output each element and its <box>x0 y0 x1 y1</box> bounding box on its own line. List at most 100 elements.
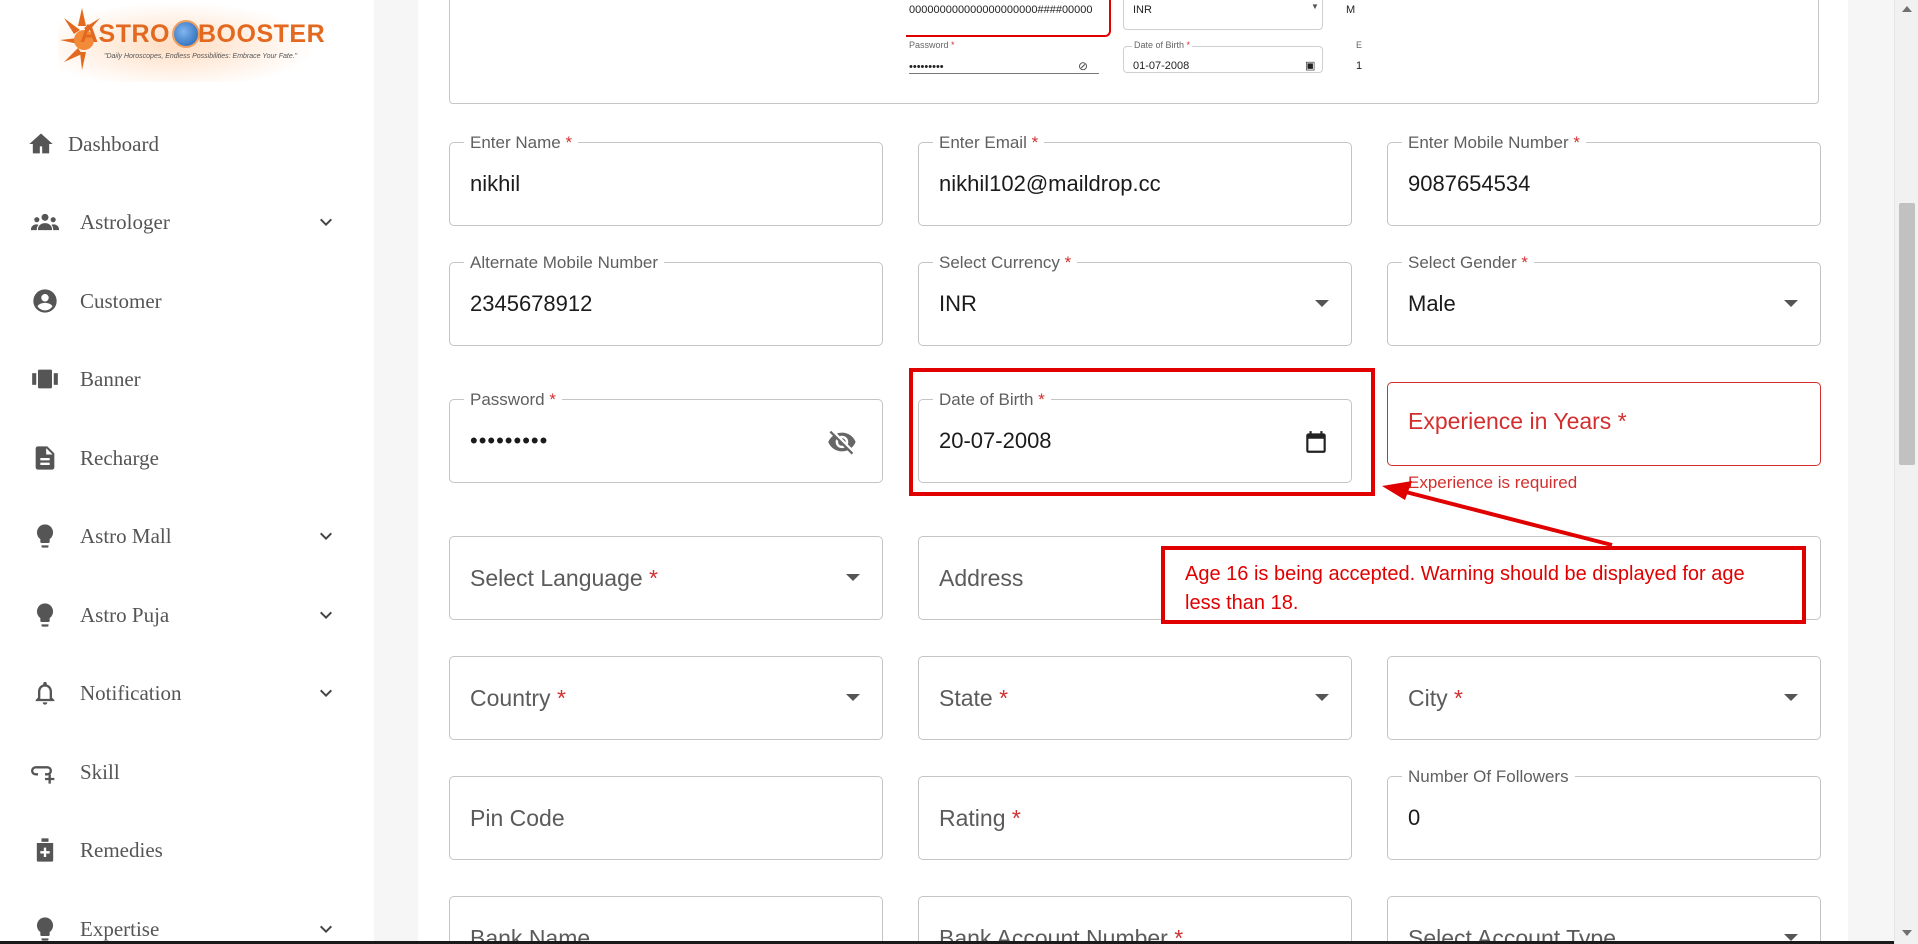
caret-down-icon <box>1315 300 1329 307</box>
sidebar-item-label: Remedies <box>80 837 163 862</box>
sidebar-item-label: Skill <box>80 759 120 784</box>
preview-password-label: Password * <box>909 40 955 50</box>
sidebar-item-banner[interactable]: Banner <box>0 354 374 404</box>
experience-placeholder: Experience in Years * <box>1408 408 1627 434</box>
medical-box-icon <box>28 833 62 867</box>
sidebar-item-expertise[interactable]: Expertise <box>0 904 374 944</box>
followers-field[interactable]: Number Of Followers 0 <box>1387 767 1821 860</box>
chevron-down-icon <box>314 603 338 627</box>
bulb-icon <box>28 519 62 553</box>
banner-icon <box>28 362 62 396</box>
account-type-select[interactable]: Select Account Type <box>1387 896 1821 944</box>
sidebar-item-notification[interactable]: Notification <box>0 668 374 718</box>
brand-logo[interactable]: ASTRO BOOSTER "Daily Horoscopes, Endless… <box>58 2 325 82</box>
bank-account-field[interactable]: Bank Account Number * <box>918 896 1352 944</box>
gender-value: Male <box>1408 291 1456 316</box>
sidebar-item-astro-puja[interactable]: Astro Puja <box>0 590 374 640</box>
pin-code-field[interactable]: Pin Code <box>449 776 883 860</box>
sidebar-item-skill[interactable]: Skill <box>0 747 374 797</box>
scroll-up-icon[interactable] <box>1902 6 1912 12</box>
country-select[interactable]: Country * <box>449 656 883 740</box>
home-icon <box>24 127 58 161</box>
preview-text-value: 000000000000000000000####00000 <box>909 4 1093 16</box>
name-field[interactable]: Enter Name * nikhil <box>449 133 883 226</box>
email-field[interactable]: Enter Email * nikhil102@maildrop.cc <box>918 133 1352 226</box>
sidebar-item-label: Dashboard <box>68 131 159 156</box>
email-value: nikhil102@maildrop.cc <box>939 171 1161 196</box>
sidebar-item-recharge[interactable]: Recharge <box>0 433 374 483</box>
sidebar-item-label: Recharge <box>80 445 159 470</box>
sidebar-item-label: Banner <box>80 366 141 391</box>
sidebar-item-label: Expertise <box>80 916 160 941</box>
password-label: Password * <box>464 390 562 410</box>
sidebar-item-astrologer[interactable]: Astrologer <box>0 197 374 247</box>
preview-currency-select <box>1123 0 1323 30</box>
user-circle-icon <box>28 284 62 318</box>
bell-icon <box>28 676 62 710</box>
city-select[interactable]: City * <box>1387 656 1821 740</box>
mobile-field[interactable]: Enter Mobile Number * 9087654534 <box>1387 133 1821 226</box>
bulb-icon <box>28 912 62 944</box>
sidebar-item-remedies[interactable]: Remedies <box>0 825 374 875</box>
chevron-down-icon <box>314 681 338 705</box>
sidebar-item-label: Notification <box>80 680 182 705</box>
chevron-down-icon <box>314 524 338 548</box>
followers-label: Number Of Followers <box>1402 767 1575 787</box>
state-select[interactable]: State * <box>918 656 1352 740</box>
gender-label: Select Gender * <box>1402 253 1535 273</box>
pin-code-placeholder: Pin Code <box>470 805 565 831</box>
rating-field[interactable]: Rating * <box>918 776 1352 860</box>
bank-name-field[interactable]: Bank Name <box>449 896 883 944</box>
document-icon <box>28 441 62 475</box>
sidebar-item-dashboard[interactable]: Dashboard <box>0 119 374 169</box>
language-select[interactable]: Select Language * <box>449 536 883 620</box>
scrollbar-thumb[interactable] <box>1899 203 1915 465</box>
skill-icon <box>28 755 62 789</box>
sidebar-item-label: Astrologer <box>80 209 170 234</box>
brand-name-right: BOOSTER <box>198 20 326 48</box>
country-placeholder: Country * <box>470 685 566 711</box>
password-value: ••••••••• <box>470 428 549 453</box>
currency-label: Select Currency * <box>933 253 1078 273</box>
preview-currency-value: INR <box>1133 4 1152 16</box>
sidebar-item-label: Customer <box>80 288 162 313</box>
currency-select[interactable]: Select Currency * INR <box>918 253 1352 346</box>
caret-down-icon <box>1784 300 1798 307</box>
experience-field[interactable]: Experience in Years * <box>1387 382 1821 466</box>
sidebar-item-astro-mall[interactable]: Astro Mall <box>0 511 374 561</box>
scroll-down-icon[interactable] <box>1902 930 1912 936</box>
preview-edge-value: 1 <box>1356 60 1363 72</box>
bulb-icon <box>28 598 62 632</box>
gender-select[interactable]: Select Gender * Male <box>1387 253 1821 346</box>
sidebar-item-customer[interactable]: Customer <box>0 276 374 326</box>
password-field[interactable]: Password * ••••••••• <box>449 390 883 483</box>
dob-highlight-box <box>909 368 1375 496</box>
caret-down-icon <box>846 694 860 701</box>
preview-caret-icon: ▼ <box>1311 2 1319 11</box>
language-placeholder: Select Language * <box>470 565 658 591</box>
caret-down-icon <box>1784 694 1798 701</box>
mobile-value: 9087654534 <box>1408 171 1531 196</box>
sidebar-item-label: Astro Mall <box>80 523 172 548</box>
preview-edge-label: E <box>1356 40 1363 50</box>
sidebar-item-label: Astro Puja <box>80 602 170 627</box>
preview-truncated-value: M <box>1346 4 1356 16</box>
preview-password-value: ••••••••• <box>909 61 944 73</box>
name-value: nikhil <box>470 171 521 196</box>
brand-name-left: ASTRO <box>80 20 170 48</box>
users-icon <box>28 205 62 239</box>
email-label: Enter Email * <box>933 133 1045 153</box>
name-label: Enter Name * <box>464 133 579 153</box>
chevron-down-icon <box>314 917 338 941</box>
eye-off-icon[interactable] <box>824 427 860 457</box>
preview-dob-value: 01-07-2008 <box>1133 60 1190 72</box>
sidebar: ASTRO BOOSTER "Daily Horoscopes, Endless… <box>0 0 374 944</box>
annotation-note-box: Age 16 is being accepted. Warning should… <box>1161 546 1806 624</box>
caret-down-icon <box>846 574 860 581</box>
state-placeholder: State * <box>939 685 1009 711</box>
page-scrollbar[interactable] <box>1894 0 1918 944</box>
globe-icon <box>172 20 200 48</box>
alternate-mobile-field[interactable]: Alternate Mobile Number 2345678912 <box>449 253 883 346</box>
caret-down-icon <box>1784 934 1798 941</box>
preview-eye-off-icon: ⊘ <box>1078 59 1089 73</box>
